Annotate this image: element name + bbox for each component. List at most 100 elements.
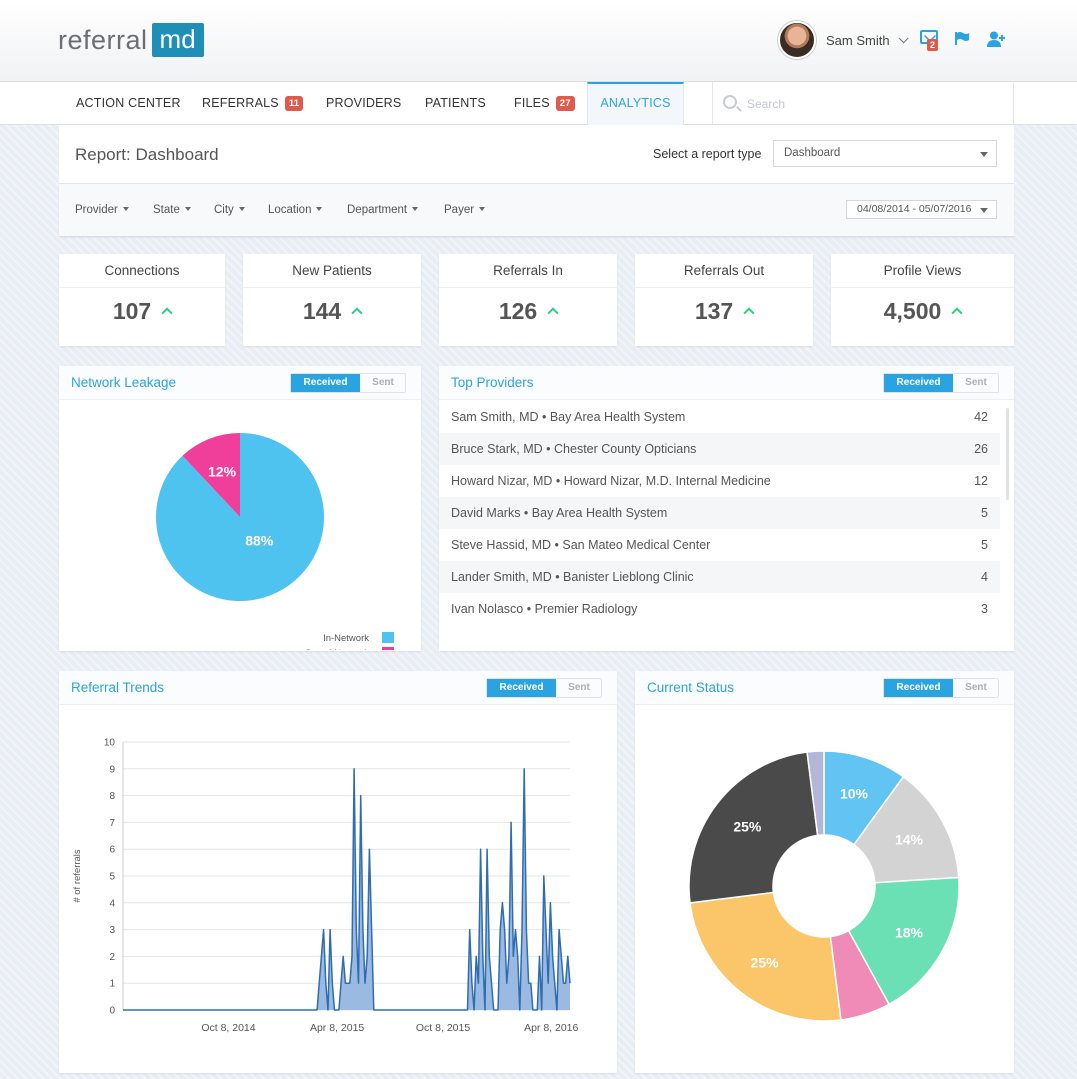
report-type-select[interactable]: Dashboard — [773, 140, 997, 167]
panel-title: Top Providers — [451, 375, 534, 390]
stat-value-row: 107 — [59, 298, 225, 325]
search-input[interactable] — [747, 94, 997, 114]
provider-row[interactable]: Bruce Stark, MD • Chester County Opticia… — [439, 433, 1000, 465]
sent-tab[interactable]: Sent — [360, 374, 406, 392]
provider-name: Sam Smith, MD • Bay Area Health System — [451, 410, 686, 424]
provider-count: 3 — [981, 602, 988, 616]
filter-label: Location — [268, 204, 312, 216]
arrow-up-icon — [951, 307, 963, 319]
arrow-up-icon — [743, 307, 755, 319]
stat-card-referrals-in: Referrals In 126 — [439, 254, 617, 346]
received-tab[interactable]: Received — [291, 374, 360, 392]
y-tick-label: 8 — [109, 791, 115, 802]
user-menu[interactable]: Sam Smith — [778, 19, 909, 61]
provider-name: Bruce Stark, MD • Chester County Opticia… — [451, 442, 697, 456]
received-tab[interactable]: Received — [487, 679, 556, 697]
nav-referrals[interactable]: REFERRALS 11 — [202, 82, 304, 125]
provider-name: Steve Hassid, MD • San Mateo Medical Cen… — [451, 538, 711, 552]
panel-header: Referral Trends Received Sent — [59, 671, 617, 705]
data-label: 14% — [895, 831, 924, 847]
provider-count: 5 — [981, 506, 988, 520]
provider-name: David Marks • Bay Area Health System — [451, 506, 668, 520]
chevron-down-icon[interactable] — [898, 32, 909, 43]
received-tab[interactable]: Received — [884, 679, 953, 697]
filter-label: City — [214, 204, 234, 216]
filter-city[interactable]: City — [214, 204, 245, 216]
chevron-down-icon — [980, 151, 988, 157]
nav-label: ACTION CENTER — [76, 96, 181, 110]
panel-header: Network Leakage Received Sent — [59, 366, 421, 400]
add-user-icon[interactable] — [987, 31, 1005, 47]
caret-down-icon — [122, 207, 129, 211]
page-title: Report: Dashboard — [75, 145, 219, 164]
provider-row[interactable]: Ivan Nolasco • Premier Radiology 3 — [439, 593, 1000, 625]
stat-label: Referrals Out — [635, 254, 813, 288]
stat-value: 4,500 — [883, 298, 942, 324]
flag-icon[interactable] — [955, 32, 969, 45]
provider-name: Lander Smith, MD • Banister Lieblong Cli… — [451, 570, 694, 584]
filter-provider[interactable]: Provider — [75, 204, 129, 216]
received-sent-toggle: Received Sent — [883, 373, 999, 393]
filter-location[interactable]: Location — [268, 204, 323, 216]
search-box — [712, 82, 1014, 125]
stat-value-row: 4,500 — [831, 298, 1014, 325]
provider-row[interactable]: David Marks • Bay Area Health System 5 — [439, 497, 1000, 529]
received-tab[interactable]: Received — [884, 374, 953, 392]
mail-badge: 2 — [927, 39, 939, 51]
legend-swatch — [382, 632, 394, 643]
data-label: 10% — [840, 786, 869, 802]
avatar[interactable] — [778, 21, 816, 59]
provider-row[interactable]: Sam Smith, MD • Bay Area Health System 42 — [439, 401, 1000, 433]
filter-department[interactable]: Department — [347, 204, 419, 216]
network-leakage-chart: 88% 12% In-Network Out-of-Network — [156, 433, 394, 650]
nav-label: REFERRALS — [202, 96, 279, 110]
caret-down-icon — [316, 207, 323, 211]
provider-row[interactable]: Lander Smith, MD • Banister Lieblong Cli… — [439, 561, 1000, 593]
date-range-value: 04/08/2014 - 05/07/2016 — [857, 203, 972, 215]
nav-action-center[interactable]: ACTION CENTER — [76, 82, 181, 125]
scrollbar[interactable] — [1006, 408, 1009, 500]
sent-tab[interactable]: Sent — [556, 679, 602, 697]
report-type-value: Dashboard — [784, 147, 841, 159]
nav-patients[interactable]: PATIENTS — [425, 82, 486, 125]
data-label: 12% — [208, 464, 237, 480]
referralmd-logo[interactable]: referral md — [58, 22, 204, 58]
provider-row[interactable]: Steve Hassid, MD • San Mateo Medical Cen… — [439, 529, 1000, 561]
filter-payer[interactable]: Payer — [444, 204, 486, 216]
nav-files[interactable]: FILES 27 — [514, 82, 575, 125]
legend-label: In-Network — [323, 633, 369, 644]
caret-down-icon — [412, 207, 419, 211]
y-tick-label: 0 — [109, 1006, 115, 1017]
stat-value: 107 — [112, 298, 152, 324]
data-label: 18% — [895, 925, 924, 941]
sent-tab[interactable]: Sent — [953, 374, 999, 392]
date-range-select[interactable]: 04/08/2014 - 05/07/2016 — [846, 200, 997, 219]
arrow-up-icon — [351, 307, 363, 319]
current-status-chart: 10% 14% 18% 25% 25% — [688, 750, 960, 1022]
referral-trends-panel: Referral Trends Received Sent 0 1 2 3 4 5 6 7 8 9… — [59, 671, 617, 1073]
nav-label: PROVIDERS — [326, 96, 402, 110]
logo-box-text: md — [151, 23, 204, 57]
panel-title: Network Leakage — [71, 375, 177, 390]
top-bar: referral md Sam Smith 2 — [0, 0, 1077, 82]
area-fill — [123, 768, 570, 1010]
stat-value: 137 — [694, 298, 734, 324]
y-tick-label: 1 — [109, 979, 115, 990]
stat-value: 126 — [498, 298, 538, 324]
sent-tab[interactable]: Sent — [953, 679, 999, 697]
y-tick-label: 10 — [104, 738, 116, 749]
top-providers-panel: Top Providers Received Sent Sam Smith, M… — [439, 366, 1014, 651]
filter-bar: Provider State City Location Department … — [59, 184, 1014, 237]
y-tick-label: 7 — [109, 818, 115, 829]
report-type-label: Select a report type — [653, 147, 762, 161]
provider-row[interactable]: Howard Nizar, MD • Howard Nizar, M.D. In… — [439, 465, 1000, 497]
filter-state[interactable]: State — [153, 204, 191, 216]
nav-analytics[interactable]: ANALYTICS — [587, 82, 684, 125]
report-header: Report: Dashboard Select a report type D… — [59, 125, 1014, 184]
logo-text: referral — [58, 24, 148, 55]
x-tick-label: Apr 8, 2016 — [524, 1022, 578, 1034]
nav-label: ANALYTICS — [600, 96, 671, 110]
received-sent-toggle: Received Sent — [883, 678, 999, 698]
provider-count: 12 — [974, 474, 988, 488]
nav-providers[interactable]: PROVIDERS — [326, 82, 401, 125]
